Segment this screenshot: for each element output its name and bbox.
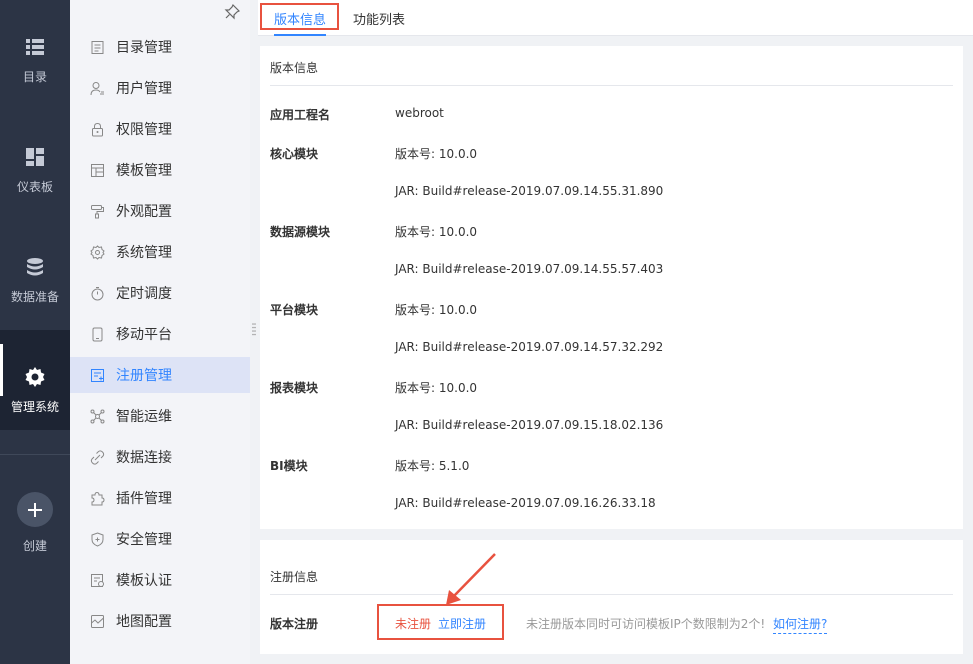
submenu-item-template-cert[interactable]: 模板认证 bbox=[70, 562, 250, 598]
tab-feature-list[interactable]: 功能列表 bbox=[353, 0, 405, 36]
submenu-item-security[interactable]: 安全管理 bbox=[70, 521, 250, 557]
module-version: 版本号: 10.0.0 bbox=[395, 225, 478, 239]
module-jar: JAR: Build#release-2019.07.09.16.26.33.1… bbox=[395, 496, 656, 510]
submenu-label: 地图配置 bbox=[116, 614, 172, 630]
paint-roller-icon bbox=[91, 204, 104, 218]
rail-item-catalog[interactable]: 目录 bbox=[0, 0, 70, 100]
submenu-item-data-connection[interactable]: 数据连接 bbox=[70, 439, 250, 475]
plus-icon bbox=[28, 502, 42, 517]
certificate-icon bbox=[91, 573, 104, 587]
submenu-label: 安全管理 bbox=[116, 532, 172, 548]
module-label: 数据源模块 bbox=[270, 225, 331, 239]
module-jar: JAR: Build#release-2019.07.09.14.57.32.2… bbox=[395, 340, 664, 354]
submenu-item-schedule[interactable]: 定时调度 bbox=[70, 275, 250, 311]
submenu-item-mobile[interactable]: 移动平台 bbox=[70, 316, 250, 352]
submenu-label: 模板认证 bbox=[116, 573, 172, 589]
submenu-label: 注册管理 bbox=[116, 368, 172, 384]
submenu-item-system[interactable]: 系统管理 bbox=[70, 234, 250, 270]
create-button[interactable] bbox=[17, 492, 53, 527]
submenu-label: 用户管理 bbox=[116, 81, 172, 97]
settings-icon bbox=[90, 244, 105, 260]
template-icon bbox=[91, 163, 104, 177]
module-label: 报表模块 bbox=[270, 381, 319, 395]
rail-label: 仪表板 bbox=[16, 180, 53, 194]
submenu-label: 目录管理 bbox=[116, 40, 172, 56]
module-label: BI模块 bbox=[270, 459, 308, 473]
submenu-item-plugins[interactable]: 插件管理 bbox=[70, 480, 250, 516]
rail-label: 数据准备 bbox=[10, 290, 59, 304]
pin-icon[interactable] bbox=[224, 4, 240, 20]
module-jar: JAR: Build#release-2019.07.09.14.55.57.4… bbox=[395, 262, 664, 276]
network-icon bbox=[90, 409, 105, 423]
submenu-label: 模板管理 bbox=[116, 163, 172, 179]
dashboard-icon bbox=[26, 148, 44, 166]
lock-icon bbox=[92, 122, 103, 136]
app-name-label: 应用工程名 bbox=[270, 108, 331, 122]
rail-label: 创建 bbox=[22, 539, 47, 553]
submenu-label: 插件管理 bbox=[116, 491, 172, 507]
registration-note: 未注册版本同时可访问模板IP个数限制为2个! bbox=[526, 617, 766, 631]
resize-handle[interactable] bbox=[252, 322, 256, 336]
directory-icon bbox=[91, 40, 104, 54]
tab-label: 功能列表 bbox=[353, 12, 406, 28]
registration-status: 未注册 bbox=[395, 617, 432, 631]
module-label: 核心模块 bbox=[270, 147, 319, 161]
registration-panel: 注册信息 版本注册 bbox=[260, 540, 963, 654]
database-icon bbox=[27, 258, 43, 276]
submenu-label: 移动平台 bbox=[116, 327, 172, 343]
rail-label: 目录 bbox=[22, 70, 47, 84]
mobile-icon bbox=[92, 327, 103, 341]
link-icon bbox=[90, 449, 105, 465]
map-icon bbox=[91, 614, 104, 628]
submenu-item-users[interactable]: 用户管理 bbox=[70, 70, 250, 106]
admin-submenu: 目录管理 用户管理 权限管理 模板管理 外观配置 系统管理 定时调度 移动平台 … bbox=[70, 0, 250, 664]
rail-label: 管理系统 bbox=[10, 400, 59, 414]
main-nav-rail: 目录 仪表板 数据准备 管理系统 创建 bbox=[0, 0, 70, 664]
panel-divider bbox=[270, 594, 953, 595]
register-now-link[interactable]: 立即注册 bbox=[438, 615, 486, 632]
tab-highlight-box bbox=[260, 3, 339, 30]
submenu-item-registration[interactable]: 注册管理 bbox=[70, 357, 250, 393]
how-to-register-link[interactable]: 如何注册? bbox=[773, 615, 828, 634]
shield-icon bbox=[91, 531, 104, 547]
module-version: 版本号: 5.1.0 bbox=[395, 459, 470, 473]
version-register-label: 版本注册 bbox=[270, 617, 319, 631]
app-name-value: webroot bbox=[395, 106, 444, 120]
panel-title: 版本信息 bbox=[270, 61, 319, 75]
submenu-item-directory[interactable]: 目录管理 bbox=[70, 29, 250, 65]
submenu-item-templates[interactable]: 模板管理 bbox=[70, 152, 250, 188]
submenu-label: 系统管理 bbox=[116, 245, 172, 261]
gear-icon bbox=[25, 367, 45, 387]
user-icon bbox=[90, 81, 104, 95]
module-jar: JAR: Build#release-2019.07.09.14.55.31.8… bbox=[395, 184, 664, 198]
rail-item-data-prep[interactable]: 数据准备 bbox=[0, 220, 70, 320]
tab-bar: 版本信息 功能列表 bbox=[258, 0, 973, 36]
submenu-item-permissions[interactable]: 权限管理 bbox=[70, 111, 250, 147]
annotation-arrow-icon bbox=[446, 553, 496, 605]
version-info-panel: 版本信息 应用工程名 webroot 核心模块 版本号: 10.0.0 JAR:… bbox=[260, 46, 963, 529]
module-version: 版本号: 10.0.0 bbox=[395, 381, 478, 395]
panel-title: 注册信息 bbox=[270, 570, 319, 584]
timer-icon bbox=[91, 286, 104, 300]
rail-item-dashboard[interactable]: 仪表板 bbox=[0, 110, 70, 210]
module-label: 平台模块 bbox=[270, 303, 319, 317]
rail-item-admin[interactable]: 管理系统 bbox=[0, 330, 70, 430]
panel-divider bbox=[270, 85, 953, 86]
submenu-label: 外观配置 bbox=[116, 204, 172, 220]
submenu-item-map[interactable]: 地图配置 bbox=[70, 603, 250, 639]
rail-item-create[interactable]: 创建 bbox=[0, 454, 70, 554]
submenu-label: 定时调度 bbox=[116, 286, 172, 302]
module-jar: JAR: Build#release-2019.07.09.15.18.02.1… bbox=[395, 418, 664, 432]
module-version: 版本号: 10.0.0 bbox=[395, 303, 478, 317]
submenu-label: 权限管理 bbox=[116, 122, 172, 138]
submenu-label: 智能运维 bbox=[116, 409, 172, 425]
submenu-item-ops[interactable]: 智能运维 bbox=[70, 398, 250, 434]
register-icon bbox=[91, 368, 104, 382]
submenu-item-appearance[interactable]: 外观配置 bbox=[70, 193, 250, 229]
module-version: 版本号: 10.0.0 bbox=[395, 147, 478, 161]
submenu-label: 数据连接 bbox=[116, 450, 172, 466]
puzzle-icon bbox=[91, 491, 105, 505]
list-icon bbox=[26, 39, 44, 55]
